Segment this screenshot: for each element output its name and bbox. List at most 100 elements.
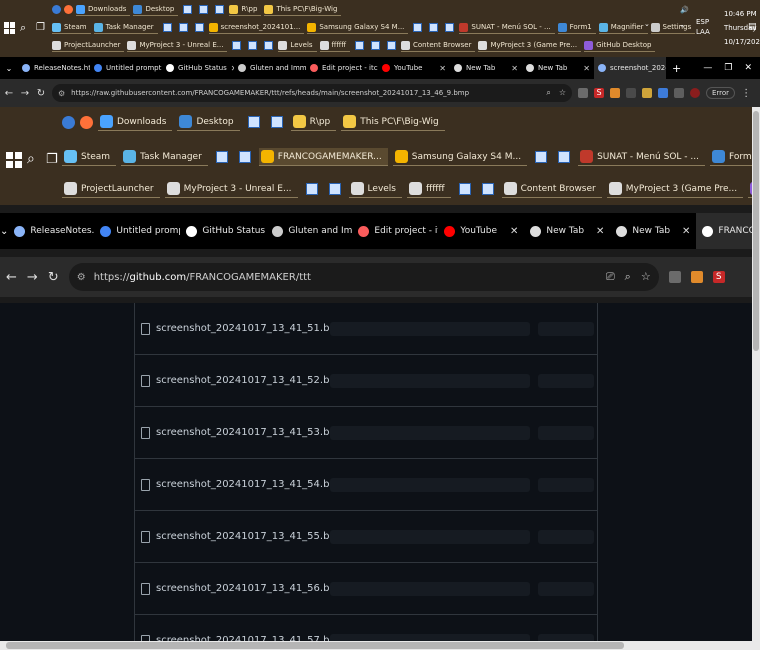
taskbar-item: Steam [62,148,117,166]
tab-label: New Tab [546,226,585,236]
taskbar-item[interactable]: Desktop [133,3,179,16]
taskbar-item: SUNAT - Menú SOL - ... [578,148,705,166]
file-row: screenshot_20241017_13_41_51.bmp [135,303,597,355]
pinned-app-icon[interactable] [387,41,397,50]
download-icon [76,4,85,14]
forward-icon[interactable]: → [20,88,30,99]
new-tab-button[interactable]: + [666,62,687,75]
taskbar-item[interactable]: Steam [52,21,91,34]
restore-icon[interactable]: ❐ [724,63,732,73]
taskbar-item[interactable]: ProjectLauncher [52,39,125,52]
pinned-app-icon[interactable] [248,41,258,50]
taskbar-item: Downloads [98,113,173,131]
error-button[interactable]: Error [706,87,736,99]
taskbar-item[interactable]: This PC\F\Big-Wig [264,3,342,16]
pinned-app-icon[interactable] [232,41,242,50]
back-icon[interactable]: ← [4,88,14,99]
menu-kebab-icon[interactable]: ⋮ [741,88,751,99]
browser-tab[interactable]: New Tab ✕ [522,57,594,79]
tab-close-icon[interactable]: ✕ [511,64,518,73]
tab-label: GitHub Status [178,64,227,72]
pinned-app-icon[interactable] [199,5,209,14]
taskbar-item[interactable]: MyProject 3 (Game Pre... [478,39,582,52]
browser-tab[interactable]: New Tab ✕ [450,57,522,79]
browser-tab[interactable]: Untitled prompt | G...✕ [90,57,162,79]
reload-icon[interactable]: ↻ [36,88,46,99]
network-icon[interactable]: ⌁ [680,22,684,30]
pinned-app-icon[interactable] [413,23,423,32]
clock-time[interactable]: 10:46 PM [724,10,757,18]
scroll-thumb[interactable] [753,111,759,351]
tab-label: screenshot_2024101... [610,64,666,72]
notifications-icon[interactable]: ▤ [748,22,757,32]
zoom-icon[interactable]: ⌕ [546,88,550,98]
taskbar-item[interactable]: screenshot_2024101... [208,21,305,34]
pinned-app-icon[interactable] [371,41,381,50]
taskbar-item[interactable]: Levels [278,39,317,52]
file-row: screenshot_20241017_13_41_53.bmp [135,407,597,459]
browser-tab[interactable]: Edit project - itch.io✕ [306,57,378,79]
profile-avatar[interactable] [690,88,700,98]
tab-search-icon[interactable]: ⌄ [0,64,18,73]
search-icon[interactable]: ⌕ [20,22,32,34]
browser-tab[interactable]: GitHub Status✕ [162,57,234,79]
taskbar-item[interactable]: Task Manager [93,21,158,34]
horizontal-scrollbar[interactable] [0,641,752,650]
extension-icon[interactable] [578,88,588,98]
pinned-app-icon[interactable] [178,23,188,32]
tab-close-icon[interactable]: ✕ [583,64,590,73]
extension-icon[interactable] [642,88,652,98]
pinned-app-icon[interactable] [162,23,172,32]
inner-tab-strip: ReleaseNotes.html✕Untitled prompt | G...… [8,213,752,249]
volume-icon[interactable]: 🔊 [680,6,689,14]
taskbar-item[interactable]: MyProject 3 - Unreal E... [127,39,228,52]
edge-icon[interactable] [52,5,61,14]
taskbar-item[interactable]: Downloads [76,3,131,16]
pinned-app-icon[interactable] [445,23,455,32]
taskbar-item[interactable]: Content Browser [401,39,476,52]
keyboard-layout[interactable]: LAA [696,28,710,36]
image-viewport: ⌕ ❐ Downloads Desktop R\pp This PC\F\Big-Wi… [0,107,752,641]
youtube-icon [382,64,390,72]
commit-message-placeholder [330,477,530,492]
site-info-icon[interactable]: ⚙ [58,89,65,98]
browser-tab[interactable]: Gluten and Immune...✕ [234,57,306,79]
chevron-down-icon[interactable]: ⌄ [644,20,650,28]
taskbar-item[interactable]: Samsung Galaxy S4 M... [307,21,409,34]
pinned-app-icon[interactable] [183,5,193,14]
taskbar-item-label: Magnifier [610,23,644,31]
task-view-icon[interactable]: ❐ [36,22,48,34]
bookmark-star-icon[interactable]: ☆ [559,88,566,98]
pinned-app-icon[interactable] [429,23,439,32]
input-language[interactable]: ESP [696,18,709,26]
windows-start-icon[interactable] [4,22,16,34]
pinned-app-icon [270,116,283,128]
browser-tab[interactable]: screenshot_2024101...✕ [594,57,666,79]
browser-tab[interactable]: ReleaseNotes.html✕ [18,57,90,79]
task-view-icon: ❐ [46,152,58,167]
tab-close-icon[interactable]: ✕ [439,64,446,73]
vertical-scrollbar[interactable] [752,107,760,650]
taskbar-item[interactable]: ffffff [319,39,351,52]
extensions-puzzle-icon[interactable] [674,88,684,98]
inner-taskbar-row-3: ProjectLauncher MyProject 3 - Unreal E...… [62,180,752,198]
extension-icon[interactable] [658,88,668,98]
pinned-app-icon[interactable] [355,41,365,50]
taskbar-item[interactable]: SUNAT - Menú SOL - ... [459,21,555,34]
close-icon[interactable]: ✕ [744,63,752,73]
pinned-app-icon[interactable] [215,5,225,14]
address-input[interactable]: ⚙ https://raw.githubusercontent.com/FRAN… [52,84,572,102]
extension-icon[interactable] [610,88,620,98]
minimize-icon[interactable]: — [703,63,712,73]
taskbar-item[interactable]: Form1 [557,21,596,34]
taskbar-item[interactable]: R\pp [229,3,262,16]
pinned-app-icon[interactable] [264,41,274,50]
firefox-icon[interactable] [64,5,73,14]
extension-icon[interactable] [626,88,636,98]
browser-tab[interactable]: YouTube ✕ [378,57,450,79]
taskbar-item-label: Content Browser [520,183,596,194]
pinned-app-icon[interactable] [194,23,204,32]
scroll-thumb[interactable] [6,642,624,649]
extension-s-icon[interactable]: S [594,88,604,98]
form-icon [557,22,567,32]
